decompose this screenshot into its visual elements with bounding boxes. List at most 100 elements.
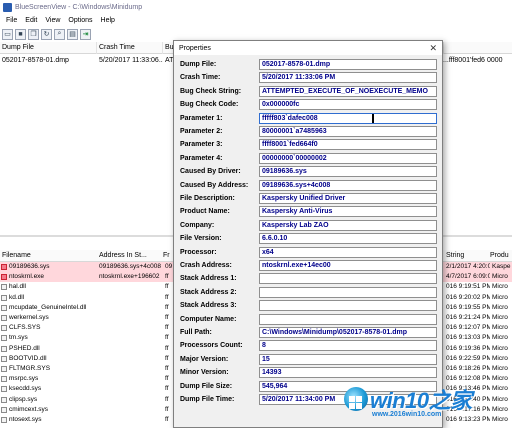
menu-help[interactable]: Help (97, 17, 119, 24)
property-value-field[interactable]: 15 (259, 353, 437, 365)
property-value-field[interactable]: 09189636.sys (259, 166, 437, 178)
toolbar: ▭ ■ ❐ ↻ ⌕ ▤ ⇥ (0, 27, 175, 41)
column-filename[interactable]: Filename (2, 250, 97, 262)
property-value-field[interactable]: 5/20/2017 11:33:06 PM (259, 72, 437, 84)
watermark-brand-suffix: 之家 (428, 388, 473, 413)
menu-options[interactable]: Options (64, 17, 96, 24)
save-icon[interactable]: ■ (15, 28, 26, 40)
property-value-field[interactable]: Kaspersky Lab ZAO (259, 219, 437, 231)
property-value-field[interactable]: ffff8001`fed664f0 (259, 139, 437, 151)
property-value-field[interactable]: 052017-8578-01.dmp (259, 59, 437, 70)
property-row: Product Name: Kaspersky Anti-Virus (178, 206, 440, 218)
folder-icon[interactable]: ▤ (67, 28, 78, 40)
property-label: Caused By Driver: (180, 168, 241, 176)
address-cell (99, 374, 163, 384)
product-cell: Kaspe (492, 263, 511, 270)
property-label: Major Version: (180, 355, 229, 363)
time-string-cell: 4/7/2017 6:09:04 AM (446, 273, 490, 281)
property-row: Crash Address: ntoskrnl.exe+14ec00 (178, 260, 440, 272)
file-icon (1, 264, 7, 270)
file-icon (1, 355, 7, 362)
property-value-field[interactable]: x64 (259, 246, 437, 258)
property-label: Parameter 2: (180, 128, 223, 135)
properties-icon[interactable]: ▭ (2, 28, 13, 40)
property-value-field[interactable]: 8 (259, 340, 437, 352)
property-value-field[interactable] (259, 273, 437, 285)
property-value-field[interactable]: 0x000000fc (259, 99, 437, 111)
property-label: Caused By Address: (180, 181, 249, 189)
column-from[interactable]: Fr (163, 250, 173, 262)
address-cell (99, 282, 163, 292)
menu-file[interactable]: File (2, 17, 21, 24)
copy-icon[interactable]: ❐ (28, 28, 39, 40)
property-value-field[interactable] (259, 300, 437, 312)
property-value-field[interactable]: ntoskrnl.exe+14ec00 (259, 260, 437, 271)
property-row: Stack Address 3: (178, 300, 440, 312)
property-label: Stack Address 1: (180, 275, 237, 283)
property-row: Major Version: 15 (178, 353, 440, 366)
filename-cell: ksecdd.sys (9, 385, 42, 393)
window-title: BlueScreenView - C:\Windows\Minidump (15, 3, 143, 11)
product-cell: Micro (492, 334, 508, 342)
property-value-field[interactable]: 6.6.0.10 (259, 233, 437, 245)
filename-cell: BOOTVID.dll (9, 354, 47, 362)
property-row: Bug Check String: ATTEMPTED_EXECUTE_OF_NO… (178, 85, 440, 98)
file-icon (1, 396, 7, 403)
property-value-field[interactable]: Kaspersky Anti-Virus (259, 206, 437, 218)
filename-cell: hal.dll (9, 283, 26, 291)
time-string-cell: 016 9:19:36 PM (446, 344, 490, 352)
filename-cell: tm.sys (9, 334, 28, 342)
address-cell (99, 344, 163, 354)
column-dump-file[interactable]: Dump File (0, 42, 97, 54)
product-cell: Micro (492, 273, 508, 281)
menu-bar: File Edit View Options Help (0, 15, 512, 26)
property-row: File Description: Kaspersky Unified Drive… (178, 193, 440, 205)
column-address[interactable]: Address In St... (99, 250, 161, 262)
property-value-field[interactable]: 09189636.sys+4c008 (259, 179, 437, 191)
address-cell (99, 303, 163, 313)
menu-edit[interactable]: Edit (21, 17, 41, 24)
app-icon (3, 2, 12, 12)
file-icon (1, 284, 7, 291)
column-crash-time[interactable]: Crash Time (97, 42, 163, 54)
column-product[interactable]: Produ (490, 250, 512, 262)
property-label: File Version: (180, 235, 222, 243)
file-icon (1, 274, 7, 281)
property-row: Parameter 4: 00000000`00000002 (178, 152, 440, 165)
time-string-cell: 016 9:22:59 PM (446, 354, 490, 362)
property-value-field[interactable]: 00000000`00000002 (259, 152, 437, 164)
address-cell: 09189636.sys+4c008 (99, 263, 161, 270)
property-value-field[interactable]: Kaspersky Unified Driver (259, 193, 437, 204)
product-cell: Micro (492, 314, 508, 321)
properties-fields: Dump File: 052017-8578-01.dmp Crash Time: 5… (178, 59, 440, 425)
property-label: Computer Name: (180, 315, 237, 323)
address-cell (99, 384, 163, 394)
filename-cell: mcupdate_GenuineIntel.dll (9, 303, 87, 311)
refresh-icon[interactable]: ↻ (41, 28, 52, 40)
property-value-field[interactable]: 14393 (259, 367, 437, 379)
address-cell (99, 313, 163, 323)
property-value-field[interactable]: fffff803`dafec008 (259, 112, 437, 124)
address-cell (99, 293, 163, 303)
property-label: Dump File Time: (180, 396, 235, 403)
property-value-field[interactable] (259, 286, 437, 298)
property-row: Crash Time: 5/20/2017 11:33:06 PM (178, 72, 440, 84)
address-cell: ntoskrnl.exe+196602 (99, 273, 160, 281)
column-time-string[interactable]: String (446, 250, 486, 262)
exit-icon[interactable]: ⇥ (80, 28, 91, 40)
file-icon (1, 376, 7, 383)
close-icon[interactable]: ✕ (429, 43, 437, 53)
property-value-field[interactable] (259, 313, 437, 325)
property-value-field[interactable]: 80000001`a7485963 (259, 126, 437, 137)
property-label: Processor: (180, 248, 217, 256)
menu-view[interactable]: View (41, 17, 64, 24)
property-value-field[interactable]: C:\Windows\Minidump\052017-8578-01.dmp (259, 327, 437, 338)
find-icon[interactable]: ⌕ (54, 28, 65, 40)
property-label: Company: (180, 221, 215, 229)
property-row: Parameter 3: ffff8001`fed664f0 (178, 139, 440, 151)
filename-cell: ntoskrnl.exe (9, 273, 45, 281)
address-cell (99, 415, 163, 425)
filename-cell: PSHED.dll (9, 344, 40, 352)
property-value-field[interactable]: ATTEMPTED_EXECUTE_OF_NOEXECUTE_MEMO (259, 85, 437, 97)
dialog-title-bar[interactable]: Properties ✕ (174, 41, 442, 55)
